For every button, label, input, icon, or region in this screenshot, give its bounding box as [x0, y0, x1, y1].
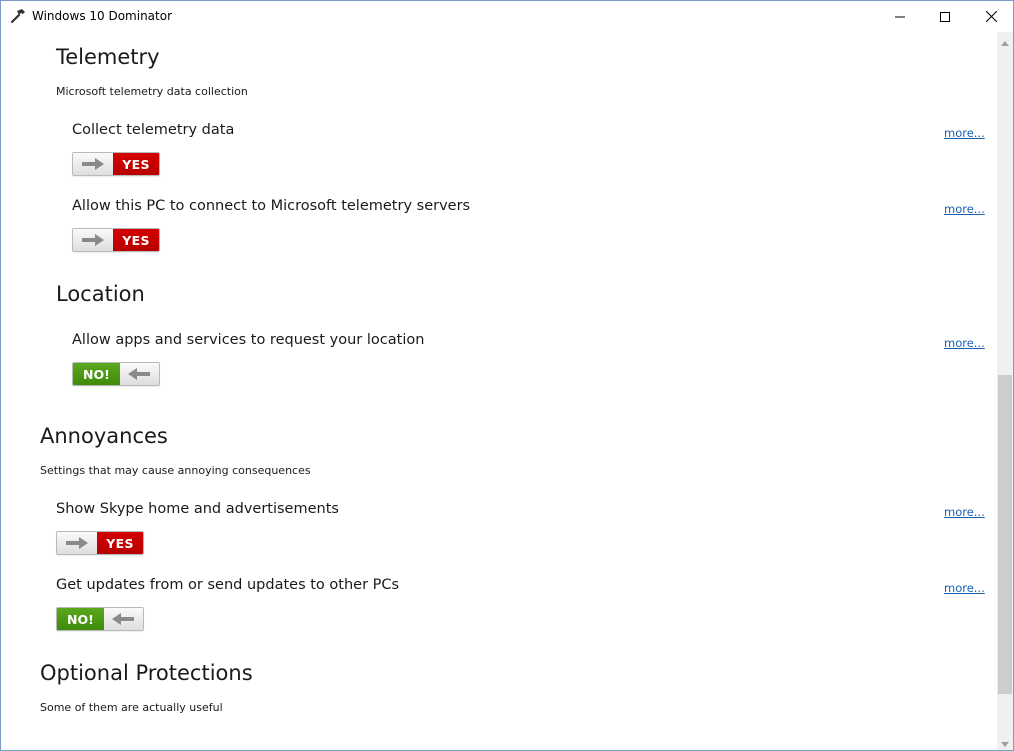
minimize-icon: [895, 7, 905, 26]
toggle-telemetry-servers[interactable]: YES: [72, 228, 160, 252]
toggle-state-label: YES: [113, 229, 159, 251]
more-link-telemetry-servers[interactable]: more...: [944, 202, 985, 216]
scroll-down-button[interactable]: [997, 733, 1013, 750]
arrow-left-icon: [119, 363, 159, 385]
toggle-state-label: YES: [97, 532, 143, 554]
chevron-down-icon: [1001, 732, 1009, 751]
toggle-skype[interactable]: YES: [56, 531, 144, 555]
minimize-button[interactable]: [877, 1, 923, 31]
app-window: Windows 10 Dominator Telemetry Microsoft…: [0, 0, 1014, 751]
toggle-state-label: NO!: [57, 608, 104, 630]
more-link-collect-telemetry[interactable]: more...: [944, 126, 985, 140]
toggle-state-label: NO!: [73, 363, 120, 385]
setting-label-telemetry-servers: Allow this PC to connect to Microsoft te…: [72, 198, 471, 214]
setting-label-skype: Show Skype home and advertisements: [56, 501, 339, 517]
section-heading-annoyances: Annoyances: [40, 424, 168, 448]
toggle-updates[interactable]: NO!: [56, 607, 144, 631]
maximize-icon: [940, 7, 950, 26]
window-title: Windows 10 Dominator: [32, 9, 173, 23]
section-description-annoyances: Settings that may cause annoying consequ…: [40, 464, 311, 477]
toggle-state-label: YES: [113, 153, 159, 175]
section-heading-location: Location: [56, 282, 145, 306]
scrollbar-thumb[interactable]: [998, 375, 1012, 694]
arrow-left-icon: [103, 608, 143, 630]
arrow-right-icon: [57, 532, 98, 554]
setting-label-updates: Get updates from or send updates to othe…: [56, 577, 400, 593]
close-icon: [985, 7, 997, 26]
hammer-icon: [10, 8, 26, 24]
section-heading-optional-protections: Optional Protections: [40, 661, 253, 685]
setting-label-collect-telemetry: Collect telemetry data: [72, 122, 235, 138]
section-description-telemetry: Microsoft telemetry data collection: [56, 85, 248, 98]
settings-panel: Telemetry Microsoft telemetry data colle…: [2, 32, 997, 750]
section-description-optional-protections: Some of them are actually useful: [40, 701, 223, 714]
arrow-right-icon: [73, 153, 114, 175]
close-button[interactable]: [968, 1, 1014, 31]
arrow-right-icon: [73, 229, 114, 251]
setting-label-location: Allow apps and services to request your …: [72, 332, 425, 348]
more-link-location[interactable]: more...: [944, 336, 985, 350]
toggle-collect-telemetry[interactable]: YES: [72, 152, 160, 176]
section-heading-telemetry: Telemetry: [56, 45, 160, 69]
chevron-up-icon: [1001, 31, 1009, 50]
maximize-button[interactable]: [922, 1, 968, 31]
more-link-skype[interactable]: more...: [944, 505, 985, 519]
toggle-location[interactable]: NO!: [72, 362, 160, 386]
more-link-updates[interactable]: more...: [944, 581, 985, 595]
scroll-up-button[interactable]: [997, 32, 1013, 49]
vertical-scrollbar[interactable]: [997, 32, 1013, 750]
title-bar[interactable]: Windows 10 Dominator: [1, 1, 1013, 32]
